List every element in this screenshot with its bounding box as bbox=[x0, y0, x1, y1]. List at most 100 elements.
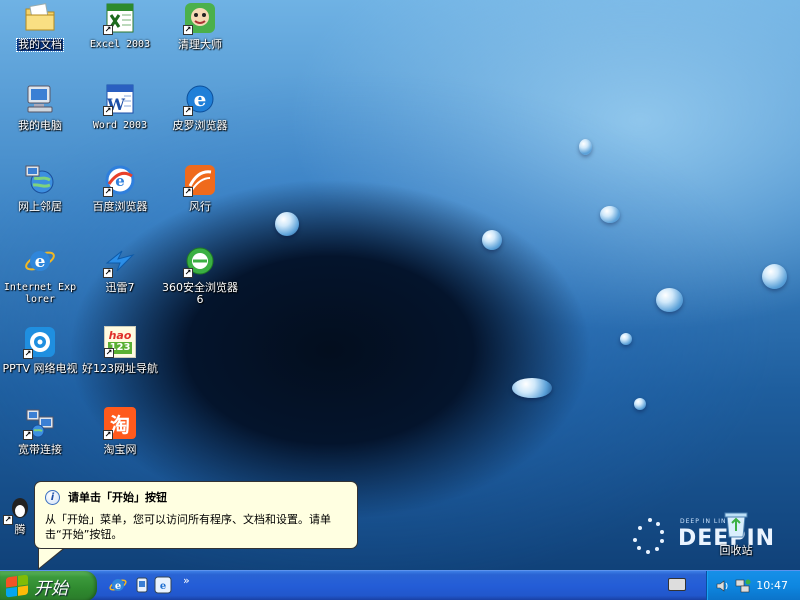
shortcut-arrow-icon: ↗ bbox=[183, 25, 193, 35]
desktop-icon-label: 好123网址导航 bbox=[82, 362, 158, 375]
shortcut-arrow-icon: ↗ bbox=[183, 106, 193, 116]
shortcut-arrow-icon: ↗ bbox=[23, 349, 33, 359]
quicklaunch-internet-explorer-icon[interactable]: e bbox=[108, 575, 128, 595]
windows-flag-icon bbox=[6, 574, 28, 598]
quicklaunch-chevron[interactable]: » bbox=[183, 574, 190, 587]
shortcut-arrow-icon: ↗ bbox=[183, 187, 193, 197]
start-button-label: 开始 bbox=[34, 578, 68, 599]
speaker-icon[interactable] bbox=[715, 578, 731, 594]
start-button[interactable]: 开始 bbox=[0, 571, 97, 600]
wallpaper-droplet bbox=[600, 206, 620, 223]
taobao-icon: 淘 ↗ bbox=[103, 407, 136, 440]
broadband-connection-icon: ↗ bbox=[23, 407, 56, 440]
desktop-icon-label: 360安全浏览器6 bbox=[162, 281, 238, 306]
desktop[interactable]: 我的文档 我的电脑 网上邻居 e Internet Explorer ↗ PPT… bbox=[0, 0, 800, 570]
deepin-dots-graphic bbox=[633, 518, 664, 554]
desktop-icon-network-places[interactable]: 网上邻居 bbox=[0, 162, 80, 232]
desktop-icon-internet-explorer[interactable]: e Internet Explorer bbox=[0, 243, 80, 313]
wallpaper-droplet bbox=[620, 333, 632, 345]
wallpaper-droplet bbox=[482, 230, 502, 250]
quicklaunch-media-icon[interactable]: e bbox=[153, 575, 173, 595]
desktop-icon-broadband[interactable]: ↗ 宽带连接 bbox=[0, 405, 80, 475]
pptv-icon: ↗ bbox=[23, 326, 56, 359]
desktop-icon-label: 风行 bbox=[189, 200, 211, 213]
start-hint-balloon[interactable]: i 请单击「开始」按钮 从「开始」菜单，您可以访问所有程序、文档和设置。请单击“… bbox=[34, 481, 358, 549]
desktop-icon-recycle-bin[interactable]: 回收站 bbox=[696, 506, 776, 576]
desktop-icon-label: Excel 2003 bbox=[89, 39, 151, 50]
folder-documents-icon bbox=[24, 2, 56, 34]
shortcut-arrow-icon: ↗ bbox=[103, 187, 113, 197]
computer-icon bbox=[24, 83, 56, 115]
360-browser-icon: ↗ bbox=[183, 245, 216, 278]
network-icon[interactable] bbox=[735, 578, 751, 594]
shortcut-arrow-icon: ↗ bbox=[23, 430, 33, 440]
desktop-icon-label: 宽带连接 bbox=[18, 443, 62, 456]
balloon-title: 请单击「开始」按钮 bbox=[68, 491, 167, 504]
wallpaper-droplet bbox=[656, 288, 683, 312]
xunlei-icon: ↗ bbox=[103, 245, 136, 278]
cleanup-master-icon: ↗ bbox=[183, 2, 216, 35]
excel-icon: ↗ bbox=[103, 2, 136, 35]
desktop-icon-pptv[interactable]: ↗ PPTV 网络电视 bbox=[0, 324, 80, 394]
desktop-icon-label: 回收站 bbox=[719, 544, 753, 557]
desktop-icon-label: Word 2003 bbox=[92, 120, 148, 131]
hao123-icon: hao 123 ↗ bbox=[104, 326, 136, 358]
desktop-icon-baidu-browser[interactable]: e ↗ 百度浏览器 bbox=[80, 162, 160, 232]
shortcut-arrow-icon: ↗ bbox=[103, 430, 113, 440]
wallpaper-droplet bbox=[579, 139, 592, 155]
desktop-icon-my-computer[interactable]: 我的电脑 bbox=[0, 81, 80, 151]
wallpaper-droplet bbox=[512, 378, 552, 398]
desktop-icon-label: 我的文档 bbox=[16, 38, 64, 52]
internet-explorer-icon: e bbox=[24, 245, 56, 277]
quicklaunch-show-desktop-icon[interactable] bbox=[132, 575, 152, 595]
desktop-icon-xunlei[interactable]: ↗ 迅雷7 bbox=[80, 243, 160, 313]
shortcut-arrow-icon: ↗ bbox=[103, 25, 113, 35]
balloon-tail-fill bbox=[39, 546, 66, 568]
network-places-icon bbox=[24, 164, 56, 196]
word-icon: W ↗ bbox=[103, 83, 136, 116]
svg-text:e: e bbox=[115, 172, 125, 190]
desktop-icon-excel-2003[interactable]: ↗ Excel 2003 bbox=[80, 0, 160, 70]
baidu-browser-icon: e ↗ bbox=[103, 164, 136, 197]
tray-clock[interactable]: 10:47 bbox=[756, 579, 788, 592]
shortcut-arrow-icon: ↗ bbox=[104, 348, 114, 358]
keyboard-icon[interactable] bbox=[668, 578, 686, 591]
desktop-icon-my-documents[interactable]: 我的文档 bbox=[0, 0, 80, 70]
balloon-body: 从「开始」菜单，您可以访问所有程序、文档和设置。请单击“开始”按钮。 bbox=[45, 513, 331, 541]
taobao-glyph: 淘 bbox=[110, 412, 130, 437]
shortcut-arrow-icon: ↗ bbox=[103, 106, 113, 116]
desktop-icon-label: 淘宝网 bbox=[103, 443, 137, 456]
desktop-icon-hao123[interactable]: hao 123 ↗ 好123网址导航 bbox=[80, 324, 160, 394]
wallpaper-droplet bbox=[762, 264, 787, 289]
desktop-icon-cleanup-master[interactable]: ↗ 清理大师 bbox=[160, 0, 240, 70]
desktop-icon-label: 迅雷7 bbox=[105, 281, 135, 294]
svg-text:e: e bbox=[35, 252, 46, 272]
desktop-icon-label: 皮罗浏览器 bbox=[172, 119, 228, 132]
wallpaper-droplet bbox=[634, 398, 646, 410]
info-icon: i bbox=[45, 489, 60, 505]
svg-text:e: e bbox=[160, 581, 166, 592]
shortcut-arrow-icon: ↗ bbox=[183, 268, 193, 278]
system-tray: 10:47 bbox=[706, 571, 800, 600]
shortcut-arrow-icon: ↗ bbox=[103, 268, 113, 278]
hao123-badge-top: hao bbox=[108, 329, 132, 342]
desktop-icon-label: 清理大师 bbox=[178, 38, 222, 51]
desktop-icon-label: 网上邻居 bbox=[18, 200, 62, 213]
desktop-icon-word-2003[interactable]: W ↗ Word 2003 bbox=[80, 81, 160, 151]
fengxing-icon: ↗ bbox=[183, 164, 216, 197]
desktop-icon-label: 百度浏览器 bbox=[92, 200, 148, 213]
svg-text:e: e bbox=[115, 581, 121, 592]
desktop-icon-taobao[interactable]: 淘 ↗ 淘宝网 bbox=[80, 405, 160, 475]
desktop-icon-label: 我的电脑 bbox=[18, 119, 62, 132]
recycle-bin-icon bbox=[720, 508, 752, 540]
desktop-icon-piluo-browser[interactable]: e ↗ 皮罗浏览器 bbox=[160, 81, 240, 151]
desktop-icon-360-browser[interactable]: ↗ 360安全浏览器6 bbox=[160, 243, 240, 313]
shortcut-arrow-icon: ↗ bbox=[3, 515, 13, 525]
tencent-icon: ↗ bbox=[3, 492, 36, 525]
desktop-icon-label: PPTV 网络电视 bbox=[2, 362, 78, 375]
balloon-title-row: i 请单击「开始」按钮 bbox=[45, 488, 349, 506]
desktop-icon-label: Internet Explorer bbox=[3, 282, 77, 305]
desktop-icon-fengxing[interactable]: ↗ 风行 bbox=[160, 162, 240, 232]
taskbar: 开始 e e » 10:47 bbox=[0, 570, 800, 600]
svg-text:e: e bbox=[194, 87, 207, 111]
